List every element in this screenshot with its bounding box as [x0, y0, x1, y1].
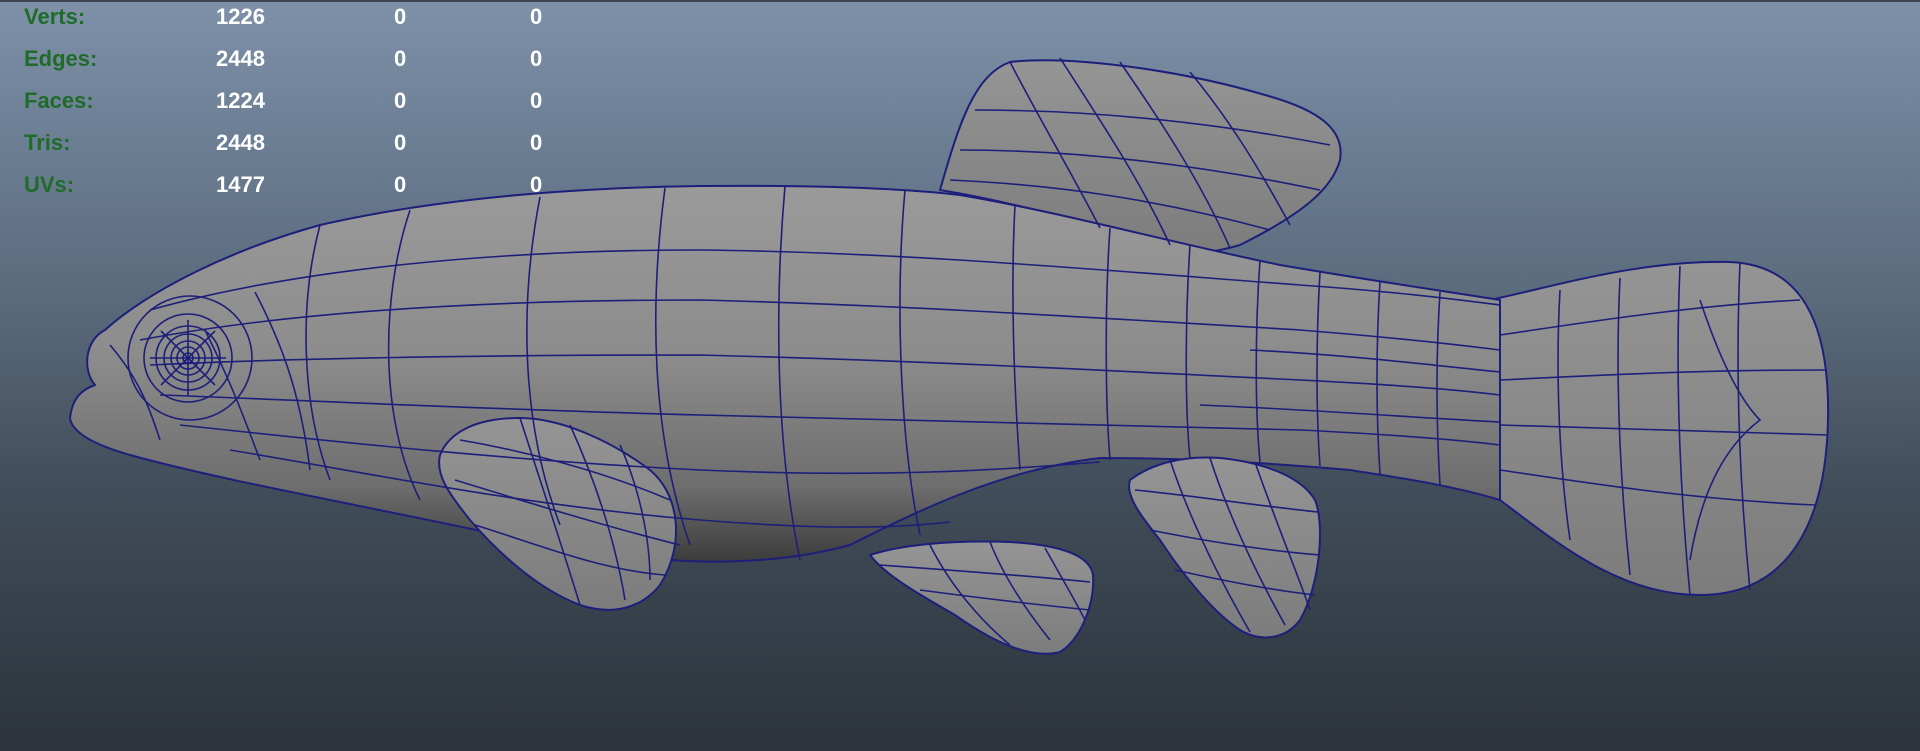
- hud-value: 0: [394, 88, 407, 113]
- hud-value: 0: [530, 4, 543, 29]
- hud-label: Tris:: [24, 130, 71, 155]
- hud-value: 2448: [216, 46, 265, 71]
- 3d-viewport[interactable]: Verts: 1226 0 0 Edges: 2448 0 0 Faces: 1…: [0, 0, 1920, 751]
- hud-value: 0: [394, 4, 407, 29]
- hud-value: 0: [530, 172, 543, 197]
- hud-value: 0: [394, 172, 407, 197]
- hud-value: 0: [394, 46, 407, 71]
- hud-value: 0: [530, 46, 543, 71]
- hud-row-faces: Faces: 1224 0 0: [24, 84, 564, 126]
- hud-label: Edges:: [24, 46, 98, 71]
- hud-value: 2448: [216, 130, 265, 155]
- hud-label: Faces:: [24, 88, 94, 113]
- hud-value: 0: [530, 88, 543, 113]
- hud-value: 1224: [216, 88, 265, 113]
- hud-row-edges: Edges: 2448 0 0: [24, 42, 564, 84]
- hud-label: UVs:: [24, 172, 75, 197]
- hud-row-tris: Tris: 2448 0 0: [24, 126, 564, 168]
- hud-label: Verts:: [24, 4, 86, 29]
- hud-value: 0: [530, 130, 543, 155]
- poly-count-hud: Verts: 1226 0 0 Edges: 2448 0 0 Faces: 1…: [24, 0, 564, 210]
- hud-value: 0: [394, 130, 407, 155]
- hud-row-verts: Verts: 1226 0 0: [24, 0, 564, 42]
- hud-value: 1226: [216, 4, 265, 29]
- hud-value: 1477: [216, 172, 265, 197]
- anal-fin[interactable]: [1128, 456, 1321, 639]
- hud-row-uvs: UVs: 1477 0 0: [24, 168, 564, 210]
